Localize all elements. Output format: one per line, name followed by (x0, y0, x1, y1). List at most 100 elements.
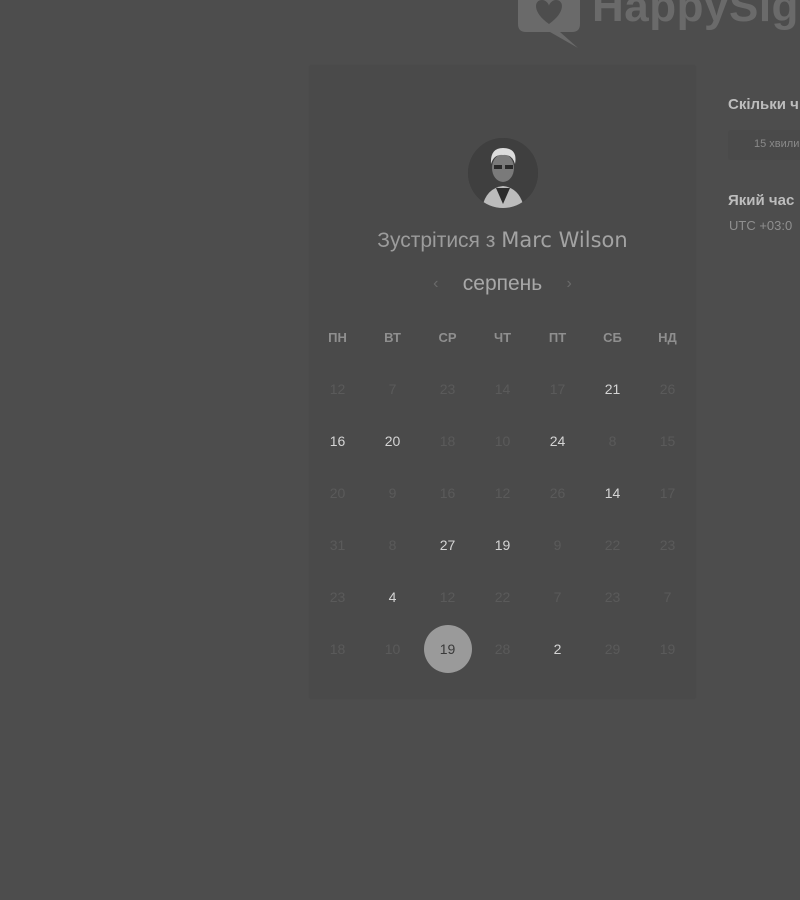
day-number: 19 (423, 625, 472, 673)
day-cell: 22 (475, 571, 530, 623)
duration-select[interactable]: 15 хвили (728, 130, 800, 160)
day-number: 7 (553, 589, 562, 605)
day-number: 23 (439, 381, 456, 397)
day-number: 23 (604, 589, 621, 605)
day-cell: 7 (640, 571, 695, 623)
day-number: 26 (659, 381, 676, 397)
duration-question: Скільки ч (728, 96, 799, 113)
person-portrait-icon (468, 138, 538, 208)
host-name: Marc Wilson (501, 228, 628, 252)
day-cell: 18 (310, 623, 365, 675)
day-number: 9 (553, 537, 562, 553)
day-number: 22 (494, 589, 511, 605)
day-number: 20 (329, 485, 346, 501)
weekday-label: СБ (603, 330, 622, 345)
day-cell: 18 (420, 415, 475, 467)
day-cell: 28 (475, 623, 530, 675)
weekday-label: ЧТ (493, 330, 512, 345)
day-number: 2 (553, 641, 562, 657)
weekday-label: ПТ (548, 330, 567, 345)
day-cell: 23 (420, 363, 475, 415)
day-number: 19 (659, 641, 676, 657)
day-number: 8 (608, 433, 617, 449)
duration-value: 15 хвили (754, 138, 800, 150)
day-cell: 17 (530, 363, 585, 415)
day-number: 10 (384, 641, 401, 657)
weekday-label: СР (438, 330, 457, 345)
timezone-label[interactable]: UTC +03:0 (729, 218, 792, 233)
day-number: 21 (604, 381, 621, 397)
chevron-left-icon[interactable]: ‹ (425, 275, 447, 293)
day-cell: 26 (640, 363, 695, 415)
day-cell: 10 (365, 623, 420, 675)
day-number: 28 (494, 641, 511, 657)
month-navigation: ‹ серпень › (310, 272, 695, 296)
day-cell[interactable]: 19 (475, 519, 530, 571)
day-number: 16 (329, 433, 346, 449)
day-number: 8 (388, 537, 397, 553)
day-cell[interactable]: 24 (530, 415, 585, 467)
day-cell: 29 (585, 623, 640, 675)
selected-day-cell[interactable]: 19 (420, 623, 475, 675)
day-cell: 17 (640, 467, 695, 519)
meet-title: Зустрітися з Marc Wilson (310, 228, 695, 253)
day-number: 18 (329, 641, 346, 657)
day-cell[interactable]: 14 (585, 467, 640, 519)
day-cell: 12 (310, 363, 365, 415)
weekday-label: ПН (328, 330, 347, 345)
chevron-right-icon[interactable]: › (558, 275, 580, 293)
day-cell[interactable]: 16 (310, 415, 365, 467)
day-number: 17 (659, 485, 676, 501)
day-cell: 14 (475, 363, 530, 415)
day-number: 12 (439, 589, 456, 605)
day-cell: 12 (420, 571, 475, 623)
meet-prefix: Зустрітися з (377, 229, 496, 252)
day-cell: 12 (475, 467, 530, 519)
day-cell[interactable]: 21 (585, 363, 640, 415)
day-cell: 15 (640, 415, 695, 467)
day-cell: 8 (365, 519, 420, 571)
day-grid: 12 7 23 14 17 21 26 16 20 18 10 24 8 15 20 9 16 12 26 14 17 3… (310, 363, 695, 675)
day-number: 29 (604, 641, 621, 657)
day-cell[interactable]: 2 (530, 623, 585, 675)
calendar-card: Зустрітися з Marc Wilson ‹ серпень › ПН … (310, 66, 695, 698)
day-cell: 23 (310, 571, 365, 623)
weekday-label: ВТ (384, 330, 401, 345)
day-number: 27 (439, 537, 456, 553)
day-number: 15 (659, 433, 676, 449)
day-cell: 26 (530, 467, 585, 519)
day-cell[interactable]: 20 (365, 415, 420, 467)
day-cell: 8 (585, 415, 640, 467)
day-cell: 7 (365, 363, 420, 415)
day-cell: 9 (530, 519, 585, 571)
day-number: 24 (549, 433, 566, 449)
day-cell[interactable]: 27 (420, 519, 475, 571)
speech-heart-icon (518, 0, 580, 48)
day-number: 14 (494, 381, 511, 397)
day-number: 4 (388, 589, 397, 605)
day-number: 14 (604, 485, 621, 501)
day-number: 26 (549, 485, 566, 501)
brand-name: HappySig (592, 0, 799, 31)
day-number: 10 (494, 433, 511, 449)
day-number: 12 (329, 381, 346, 397)
weekday-label: НД (658, 330, 677, 345)
day-number: 16 (439, 485, 456, 501)
day-cell: 23 (640, 519, 695, 571)
day-number: 9 (388, 485, 397, 501)
host-avatar (468, 138, 538, 208)
day-number: 7 (388, 381, 397, 397)
day-cell: 9 (365, 467, 420, 519)
day-number: 17 (549, 381, 566, 397)
booking-page: HappySig Зустрітися з Marc Wilson ‹ серп… (0, 0, 800, 900)
day-cell: 19 (640, 623, 695, 675)
day-number: 7 (663, 589, 672, 605)
brand-logo: HappySig (512, 0, 800, 52)
day-cell: 16 (420, 467, 475, 519)
day-number: 20 (384, 433, 401, 449)
day-cell[interactable]: 4 (365, 571, 420, 623)
weekday-header: ПН ВТ СР ЧТ ПТ СБ НД (310, 330, 695, 345)
day-cell: 10 (475, 415, 530, 467)
day-number: 31 (329, 537, 346, 553)
day-number: 12 (494, 485, 511, 501)
